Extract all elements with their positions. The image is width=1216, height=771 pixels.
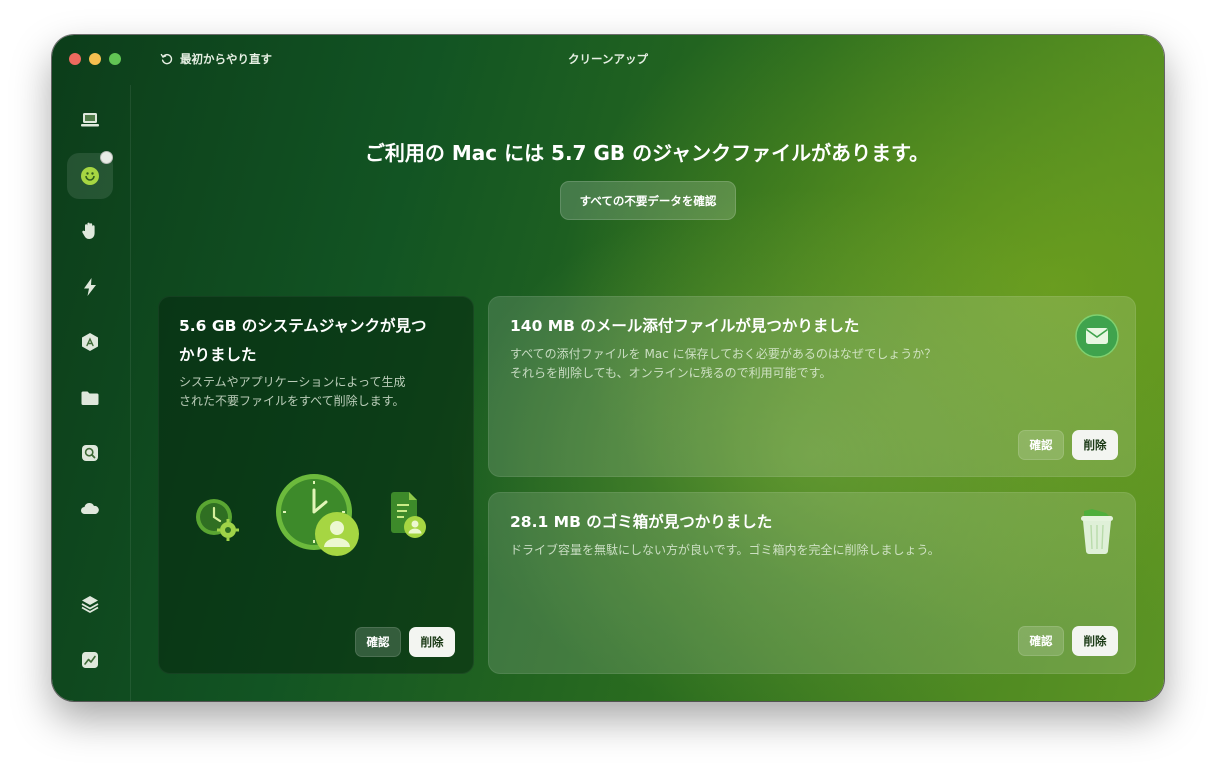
review-all-button[interactable]: すべての不要データを確認: [560, 181, 736, 220]
hand-icon: [82, 222, 95, 239]
clock-gear-icon: [196, 499, 239, 541]
app-store-icon: [82, 333, 98, 351]
window-title: クリーンアップ: [568, 52, 648, 66]
clock-user-icon: [276, 474, 359, 556]
laptop-icon: [81, 113, 99, 127]
sidebar-item-cloud[interactable]: [75, 494, 105, 524]
mail-attachments-description: すべての添付ファイルを Mac に保存しておく必要があるのはなぜでしょうか？ そ…: [510, 347, 937, 380]
sidebar-item-protection[interactable]: [75, 216, 105, 246]
sidebar-item-assistant[interactable]: [75, 645, 105, 675]
junk-summary-headline: ご利用の Mac には 5.7 GB のジャンクファイルがあります。: [364, 141, 930, 165]
sidebar: [52, 85, 131, 701]
trash-card: 28.1 MB のゴミ箱が見つかりました ドライブ容量を無駄にしない方が良いです…: [488, 492, 1136, 674]
sidebar-item-system-overview[interactable]: [75, 105, 105, 135]
sidebar-item-files[interactable]: [75, 383, 105, 413]
document-user-icon: [391, 492, 426, 538]
trash-review-button[interactable]: 確認: [1018, 626, 1064, 656]
trash-delete-button[interactable]: 削除: [1072, 626, 1118, 656]
trash-icon: [1081, 509, 1113, 554]
cloud-icon: [81, 502, 99, 514]
system-junk-description: システムやアプリケーションによって生成 された不要ファイルをすべて削除します。: [179, 375, 406, 408]
system-junk-illustration: [196, 474, 426, 556]
mail-attachments-review-button[interactable]: 確認: [1018, 430, 1064, 460]
mail-attachments-title: 140 MB のメール添付ファイルが見つかりました: [510, 317, 860, 335]
system-junk-review-button[interactable]: 確認: [355, 627, 401, 657]
mail-attachments-card: 140 MB のメール添付ファイルが見つかりました すべての添付ファイルを Ma…: [488, 296, 1136, 477]
magnifier-icon: [82, 445, 98, 461]
trash-title: 28.1 MB のゴミ箱が見つかりました: [510, 513, 773, 531]
system-junk-delete-button[interactable]: 削除: [409, 627, 455, 657]
mail-attachments-delete-button[interactable]: 削除: [1072, 430, 1118, 460]
lightning-icon: [84, 278, 96, 296]
sidebar-item-space-lens[interactable]: [75, 438, 105, 468]
sidebar-item-performance[interactable]: [75, 272, 105, 302]
folder-icon: [81, 391, 99, 405]
app-window: 最初からやり直す クリーンアップ ご利用の Mac には 5.7 GB のジャン…: [52, 35, 1164, 701]
cleanup-icon: [81, 167, 99, 185]
mail-icon: [1075, 314, 1119, 358]
system-junk-card: 5.6 GB のシステムジャンクが見つ かりました システムやアプリケーションに…: [158, 296, 474, 674]
system-junk-title: 5.6 GB のシステムジャンクが見つ かりました: [179, 317, 427, 364]
trash-description: ドライブ容量を無駄にしない方が良いです。ゴミ箱内を完全に削除しましょう。: [510, 543, 940, 557]
layers-icon: [81, 596, 99, 613]
chart-icon: [82, 652, 98, 668]
cleanup-status-dot: [100, 151, 113, 164]
sidebar-item-my-clutter[interactable]: [75, 589, 105, 619]
sidebar-item-applications[interactable]: [75, 327, 105, 357]
